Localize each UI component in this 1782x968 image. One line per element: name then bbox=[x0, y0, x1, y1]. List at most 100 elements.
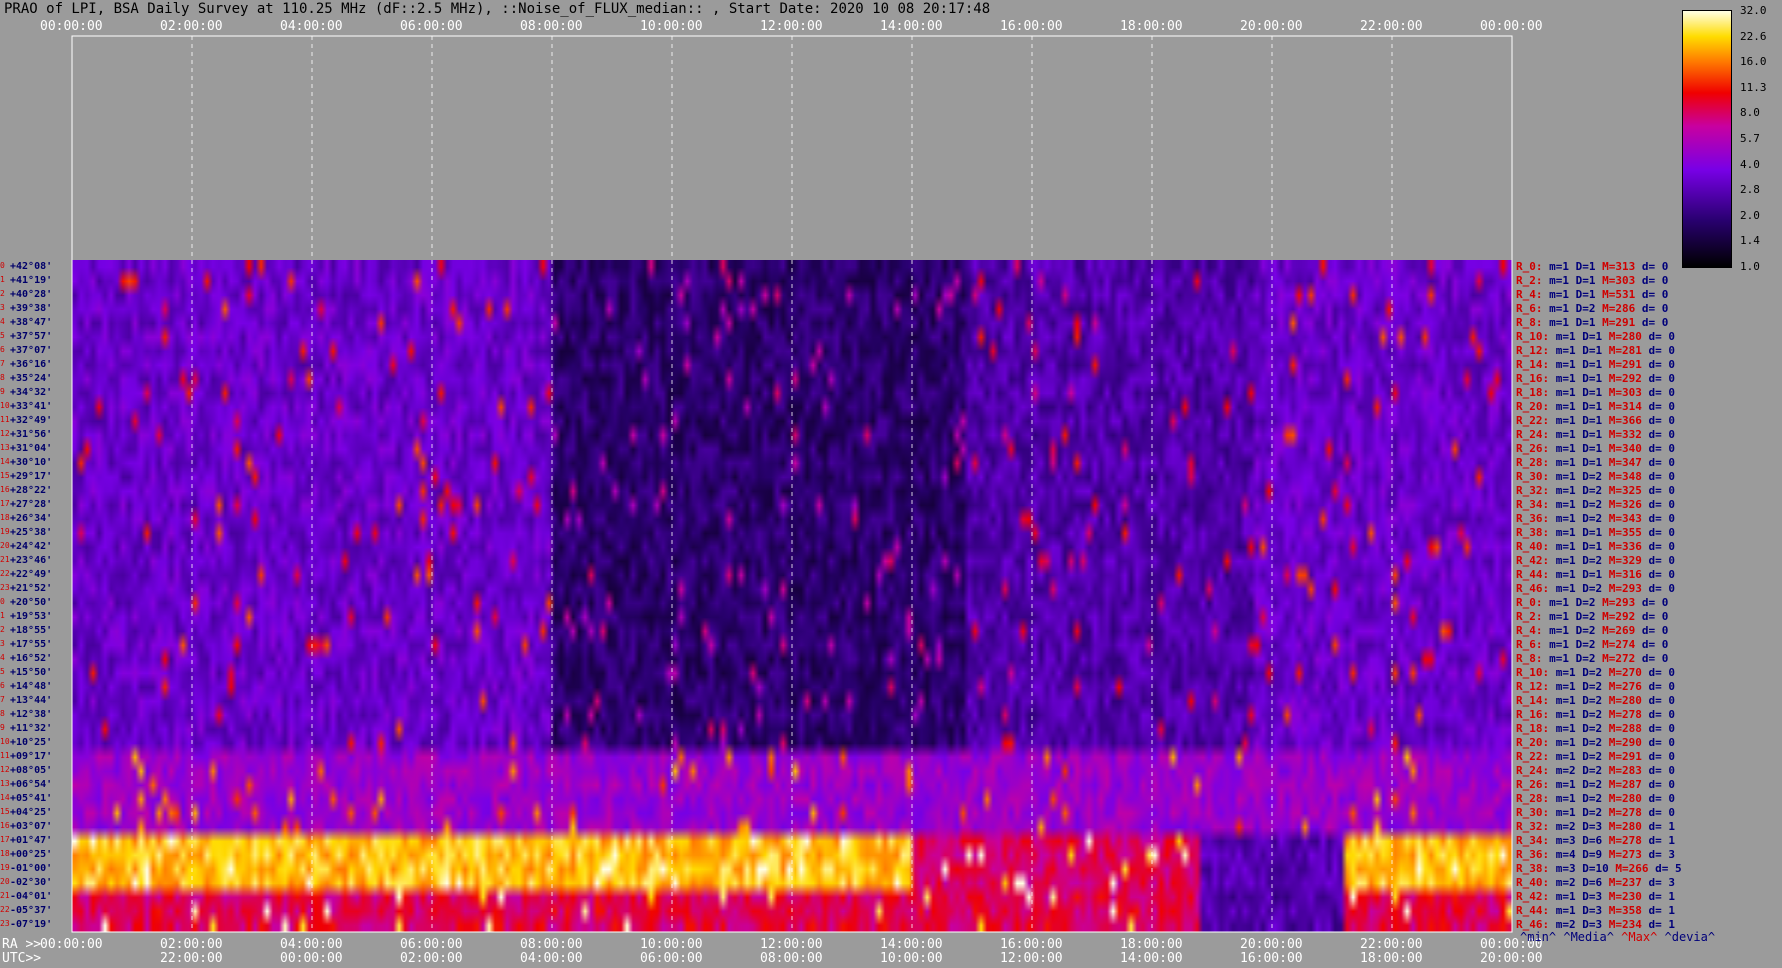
declination-label: +11°32' bbox=[10, 723, 53, 734]
row-stat: R_32: m=2 D=3 M=280 d= 1 bbox=[1516, 820, 1675, 833]
row-stat: R_34: m=1 D=2 M=326 d= 0 bbox=[1516, 498, 1675, 511]
row-index: 10 bbox=[0, 737, 10, 746]
row-index: 1 bbox=[0, 275, 5, 284]
declination-label: +37°57' bbox=[10, 331, 53, 342]
declination-label: +24°42' bbox=[10, 541, 53, 552]
row-index: 13 bbox=[0, 443, 10, 452]
declination-label: +20°50' bbox=[10, 597, 53, 608]
row-stat: R_18: m=1 D=2 M=288 d= 0 bbox=[1516, 722, 1675, 735]
row-stat: R_44: m=1 D=1 M=316 d= 0 bbox=[1516, 568, 1675, 581]
utc-tick-label: 02:00:00 bbox=[400, 951, 463, 966]
utc-tick-label: 16:00:00 bbox=[1240, 951, 1303, 966]
row-stat: R_16: m=1 D=2 M=278 d= 0 bbox=[1516, 708, 1675, 721]
declination-label: +40°28' bbox=[10, 289, 53, 300]
row-stat: R_0: m=1 D=1 M=313 d= 0 bbox=[1516, 260, 1669, 273]
colorbar-tick-label: 2.0 bbox=[1740, 208, 1760, 222]
declination-label: +37°07' bbox=[10, 345, 53, 356]
utc-tick-label: 20:00:00 bbox=[1480, 951, 1543, 966]
row-stat: R_42: m=1 D=2 M=329 d= 0 bbox=[1516, 554, 1675, 567]
declination-label: +27°28' bbox=[10, 499, 53, 510]
row-stat: R_38: m=3 D=10 M=266 d= 5 bbox=[1516, 862, 1682, 875]
declination-label: +04°25' bbox=[10, 807, 53, 818]
declination-label: +35°24' bbox=[10, 373, 53, 384]
row-stat: R_34: m=3 D=6 M=278 d= 1 bbox=[1516, 834, 1675, 847]
row-stat: R_20: m=1 D=2 M=290 d= 0 bbox=[1516, 736, 1675, 749]
row-index: 23 bbox=[0, 919, 10, 928]
row-stat: R_24: m=1 D=1 M=332 d= 0 bbox=[1516, 428, 1675, 441]
utc-tick-label: 18:00:00 bbox=[1360, 951, 1423, 966]
row-index: 13 bbox=[0, 779, 10, 788]
row-index: 18 bbox=[0, 849, 10, 858]
declination-label: +12°38' bbox=[10, 709, 53, 720]
declination-label: +17°55' bbox=[10, 639, 53, 650]
row-stat: R_24: m=2 D=2 M=283 d= 0 bbox=[1516, 764, 1675, 777]
row-stat: R_10: m=1 D=1 M=280 d= 0 bbox=[1516, 330, 1675, 343]
row-stat: R_30: m=1 D=2 M=278 d= 0 bbox=[1516, 806, 1675, 819]
top-tick-label: 16:00:00 bbox=[1000, 19, 1063, 34]
row-stat: R_6: m=1 D=2 M=286 d= 0 bbox=[1516, 302, 1669, 315]
utc-tick-label: 12:00:00 bbox=[1000, 951, 1063, 966]
ra-tick-label: 14:00:00 bbox=[880, 937, 943, 952]
row-index: 3 bbox=[0, 303, 5, 312]
declination-label: +34°32' bbox=[10, 387, 53, 398]
row-index: 9 bbox=[0, 723, 5, 732]
legend-median: ^Media^ bbox=[1563, 930, 1614, 944]
top-tick-label: 14:00:00 bbox=[880, 19, 943, 34]
row-stat: R_14: m=1 D=1 M=291 d= 0 bbox=[1516, 358, 1675, 371]
declination-label: +15°50' bbox=[10, 667, 53, 678]
declination-label: +22°49' bbox=[10, 569, 53, 580]
top-tick-label: 22:00:00 bbox=[1360, 19, 1423, 34]
declination-label: +29°17' bbox=[10, 471, 53, 482]
utc-tick-label: 08:00:00 bbox=[760, 951, 823, 966]
ra-tick-label: 18:00:00 bbox=[1120, 937, 1183, 952]
row-stat: R_18: m=1 D=1 M=303 d= 0 bbox=[1516, 386, 1675, 399]
declination-label: +18°55' bbox=[10, 625, 53, 636]
colorbar-tick-label: 1.4 bbox=[1740, 234, 1760, 248]
utc-tick-label: 22:00:00 bbox=[160, 951, 223, 966]
declination-label: +09°17' bbox=[10, 751, 53, 762]
row-stat: R_12: m=1 D=1 M=281 d= 0 bbox=[1516, 344, 1675, 357]
declination-label: +10°25' bbox=[10, 737, 53, 748]
top-tick-label: 20:00:00 bbox=[1240, 19, 1303, 34]
row-index: 22 bbox=[0, 569, 10, 578]
declination-label: +23°46' bbox=[10, 555, 53, 566]
ra-tick-label: 20:00:00 bbox=[1240, 937, 1303, 952]
declination-label: -07°19' bbox=[10, 919, 53, 930]
declination-label: +16°52' bbox=[10, 653, 53, 664]
row-index: 17 bbox=[0, 835, 10, 844]
ra-tick-label: 16:00:00 bbox=[1000, 937, 1063, 952]
declination-label: +32°49' bbox=[10, 415, 53, 426]
row-index: 4 bbox=[0, 653, 5, 662]
legend-devia: ^devia^ bbox=[1664, 930, 1716, 944]
row-stat: R_4: m=1 D=2 M=269 d= 0 bbox=[1516, 624, 1669, 637]
row-index: 11 bbox=[0, 415, 10, 424]
row-stat: R_10: m=1 D=2 M=270 d= 0 bbox=[1516, 666, 1675, 679]
ra-tick-label: 00:00:00 bbox=[40, 937, 103, 952]
top-tick-label: 00:00:00 bbox=[40, 19, 103, 34]
row-index: 12 bbox=[0, 765, 10, 774]
row-index: 19 bbox=[0, 527, 10, 536]
row-index: 8 bbox=[0, 709, 5, 718]
declination-label: -05°37' bbox=[10, 905, 53, 916]
heatmap-plot bbox=[71, 35, 1513, 933]
row-stat: R_36: m=4 D=9 M=273 d= 3 bbox=[1516, 848, 1675, 861]
declination-label: +41°19' bbox=[10, 275, 53, 286]
declination-label: +14°48' bbox=[10, 681, 53, 692]
declination-label: +08°05' bbox=[10, 765, 53, 776]
colorbar-tick-label: 1.0 bbox=[1740, 260, 1760, 273]
declination-label: +36°16' bbox=[10, 359, 53, 370]
colorbar-tick-label: 22.6 bbox=[1740, 29, 1767, 43]
declination-label: +39°38' bbox=[10, 303, 53, 314]
row-stat: R_26: m=1 D=1 M=340 d= 0 bbox=[1516, 442, 1675, 455]
utc-tick-label: 04:00:00 bbox=[520, 951, 583, 966]
declination-label: +31°56' bbox=[10, 429, 53, 440]
declination-label: +19°53' bbox=[10, 611, 53, 622]
declination-label: +42°08' bbox=[10, 261, 53, 272]
legend-min: ^min^ bbox=[1520, 930, 1557, 944]
row-stat: R_2: m=1 D=2 M=292 d= 0 bbox=[1516, 610, 1669, 623]
utc-tick-label: 06:00:00 bbox=[640, 951, 703, 966]
ra-prefix: RA >> bbox=[2, 937, 42, 952]
row-index: 9 bbox=[0, 387, 5, 396]
row-index: 8 bbox=[0, 373, 5, 382]
declination-label: -02°30' bbox=[10, 877, 53, 888]
